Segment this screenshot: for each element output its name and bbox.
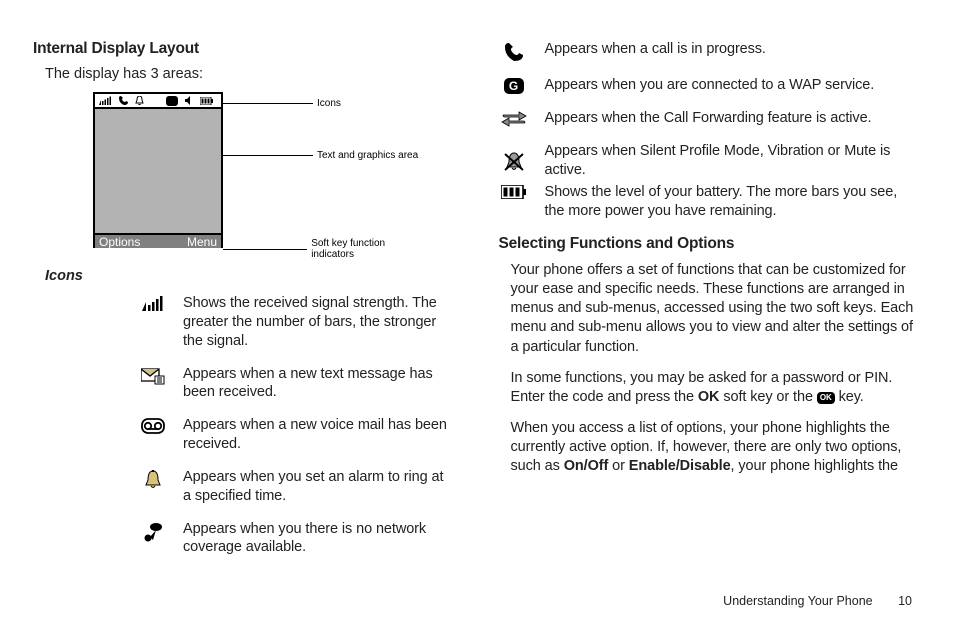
- display-text-area: [95, 109, 221, 233]
- display-softkey-bar: Options Menu: [95, 233, 221, 248]
- icon-entry: Appears when a new text message has been…: [33, 365, 451, 403]
- call-icon: [499, 40, 529, 62]
- icon-entry: Appears when Silent Profile Mode, Vibrat…: [499, 142, 917, 180]
- page-number: 10: [898, 594, 912, 608]
- icon-description: Shows the received signal strength. The …: [183, 294, 451, 351]
- bell-icon: [135, 96, 144, 105]
- softkey-left-label: Options: [99, 235, 140, 249]
- icon-entry: Appears when a call is in progress.: [499, 40, 917, 62]
- message-icon: [139, 365, 167, 385]
- icon-description: Shows the level of your battery. The mor…: [545, 183, 917, 221]
- wap-g-icon: G: [499, 76, 529, 94]
- icon-entry: Shows the level of your battery. The mor…: [499, 183, 917, 221]
- signal-icon: [99, 96, 112, 105]
- battery-icon: [499, 183, 529, 199]
- softkey-right-label: Menu: [187, 235, 217, 249]
- icon-entry: G Appears when you are connected to a WA…: [499, 76, 917, 95]
- icon-entry: Appears when a new voice mail has been r…: [33, 416, 451, 454]
- icon-entry: Shows the received signal strength. The …: [33, 294, 451, 351]
- call-forward-icon: [499, 109, 529, 127]
- battery-mini-icon: [200, 97, 213, 105]
- icon-description: Appears when a new text message has been…: [183, 365, 451, 403]
- icon-entry: Appears when you set an alarm to ring at…: [33, 468, 451, 506]
- body-paragraph: In some functions, you may be asked for …: [511, 369, 917, 407]
- heading-selecting-functions: Selecting Functions and Options: [499, 235, 917, 253]
- intro-text: The display has 3 areas:: [45, 66, 451, 82]
- icons-subheading: Icons: [45, 268, 451, 284]
- callout-icons: Icons: [223, 98, 341, 109]
- heading-display-layout: Internal Display Layout: [33, 40, 451, 58]
- body-paragraph: When you access a list of options, your …: [511, 419, 917, 476]
- g-icon: G: [166, 96, 178, 106]
- icon-description: Appears when a call is in progress.: [545, 40, 917, 59]
- icon-description: Appears when a new voice mail has been r…: [183, 416, 451, 454]
- ok-key-icon: OK: [817, 392, 835, 405]
- no-network-icon: [139, 520, 167, 542]
- display-figure: G Options Menu Icons Text and graphics a…: [93, 92, 423, 250]
- callout-softkeys: Soft key function indicators: [223, 238, 423, 260]
- icon-description: Appears when you are connected to a WAP …: [545, 76, 917, 95]
- icon-entry: Appears when the Call Forwarding feature…: [499, 109, 917, 128]
- icon-entry: Appears when you there is no network cov…: [33, 520, 451, 558]
- signal-icon: [139, 294, 167, 311]
- icon-description: Appears when you there is no network cov…: [183, 520, 451, 558]
- alarm-icon: [139, 468, 167, 490]
- footer-section-title: Understanding Your Phone: [723, 594, 872, 608]
- phone-handset-icon: [119, 96, 128, 105]
- body-paragraph: Your phone offers a set of functions tha…: [511, 261, 917, 357]
- callout-text-area: Text and graphics area: [223, 150, 418, 161]
- icon-description: Appears when you set an alarm to ring at…: [183, 468, 451, 506]
- display-icons-bar: G: [95, 94, 221, 109]
- voicemail-icon: [139, 416, 167, 434]
- icon-description: Appears when Silent Profile Mode, Vibrat…: [545, 142, 917, 180]
- speaker-icon: [185, 96, 193, 105]
- icon-description: Appears when the Call Forwarding feature…: [545, 109, 917, 128]
- silent-vibrate-icon: [499, 142, 529, 172]
- page-footer: Understanding Your Phone 10: [723, 594, 912, 608]
